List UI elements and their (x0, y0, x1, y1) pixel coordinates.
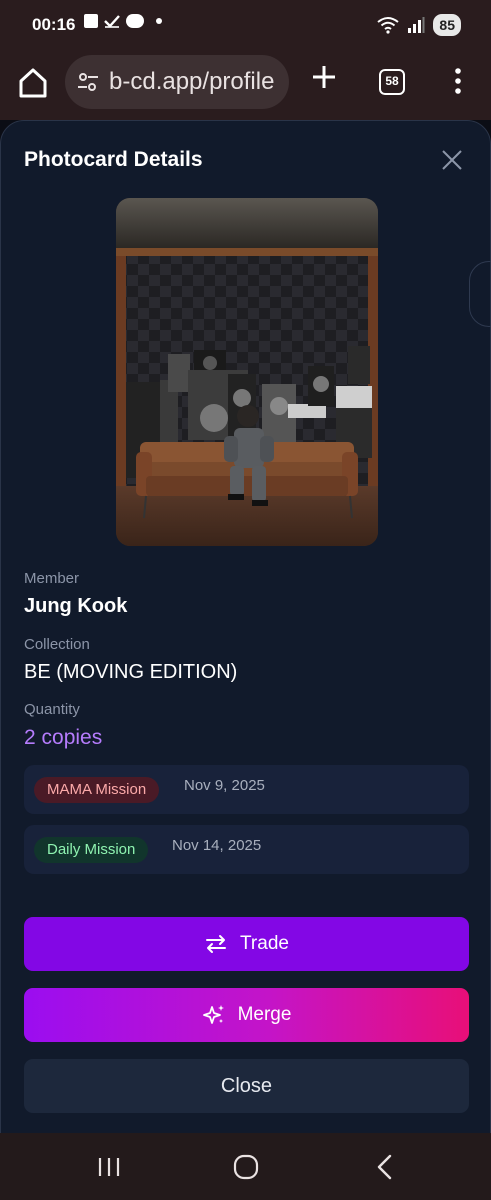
quantity-value: 2 copies (24, 726, 103, 749)
checkmark-icon (104, 15, 120, 28)
mission-badge: MAMA Mission (34, 777, 160, 803)
status-icons-right: 85 (377, 14, 461, 36)
package-icon (84, 14, 98, 28)
status-time: 00:16 (32, 15, 76, 34)
status-bar: 00:16 85 (0, 0, 491, 50)
tab-switcher-icon[interactable]: 58 (379, 69, 405, 95)
close-label: Close (220, 1074, 273, 1097)
plus-icon[interactable] (310, 63, 338, 91)
modal-title: Photocard Details (24, 148, 203, 171)
more-vert-icon[interactable] (448, 66, 468, 96)
site-settings-icon[interactable] (77, 71, 99, 93)
notification-dot-icon (156, 18, 162, 24)
webtoon-icon (126, 14, 144, 28)
close-icon[interactable] (441, 149, 463, 171)
trade-label: Trade (240, 933, 289, 954)
home-circle-icon[interactable] (233, 1154, 259, 1180)
mission-date: Nov 9, 2025 (184, 777, 265, 794)
recents-icon[interactable] (97, 1156, 121, 1178)
member-label: Member (24, 570, 80, 587)
quantity-label: Quantity (24, 701, 80, 718)
trade-button[interactable]: Trade (24, 917, 469, 971)
mission-row: MAMA Mission Nov 9, 2025 (24, 765, 469, 814)
status-icons-left (84, 14, 162, 28)
url-text: b-cd.app/profile (109, 68, 275, 95)
sparkles-icon (202, 1005, 224, 1024)
mission-date: Nov 14, 2025 (172, 837, 262, 854)
merge-label: Merge (237, 1004, 292, 1025)
close-button[interactable]: Close (24, 1059, 469, 1113)
collection-label: Collection (24, 636, 90, 653)
photocard-details-modal: Photocard Details Member Jung Kook Colle… (0, 120, 491, 1140)
wifi-icon (377, 17, 400, 34)
browser-toolbar: b-cd.app/profile 58 (0, 50, 491, 120)
merge-button[interactable]: Merge (24, 988, 469, 1042)
swap-arrows-icon (206, 935, 227, 953)
home-icon[interactable] (14, 64, 52, 102)
member-value: Jung Kook (24, 595, 128, 617)
photocard-image (116, 198, 378, 546)
address-bar[interactable]: b-cd.app/profile (65, 55, 289, 109)
battery-indicator: 85 (433, 14, 461, 36)
collection-value: BE (MOVING EDITION) (24, 661, 238, 683)
carousel-next-handle[interactable] (469, 261, 491, 327)
mission-badge: Daily Mission (34, 837, 149, 863)
mission-row: Daily Mission Nov 14, 2025 (24, 825, 469, 874)
back-chevron-icon[interactable] (375, 1154, 393, 1180)
system-nav-bar (0, 1133, 491, 1200)
signal-icon (408, 17, 425, 33)
